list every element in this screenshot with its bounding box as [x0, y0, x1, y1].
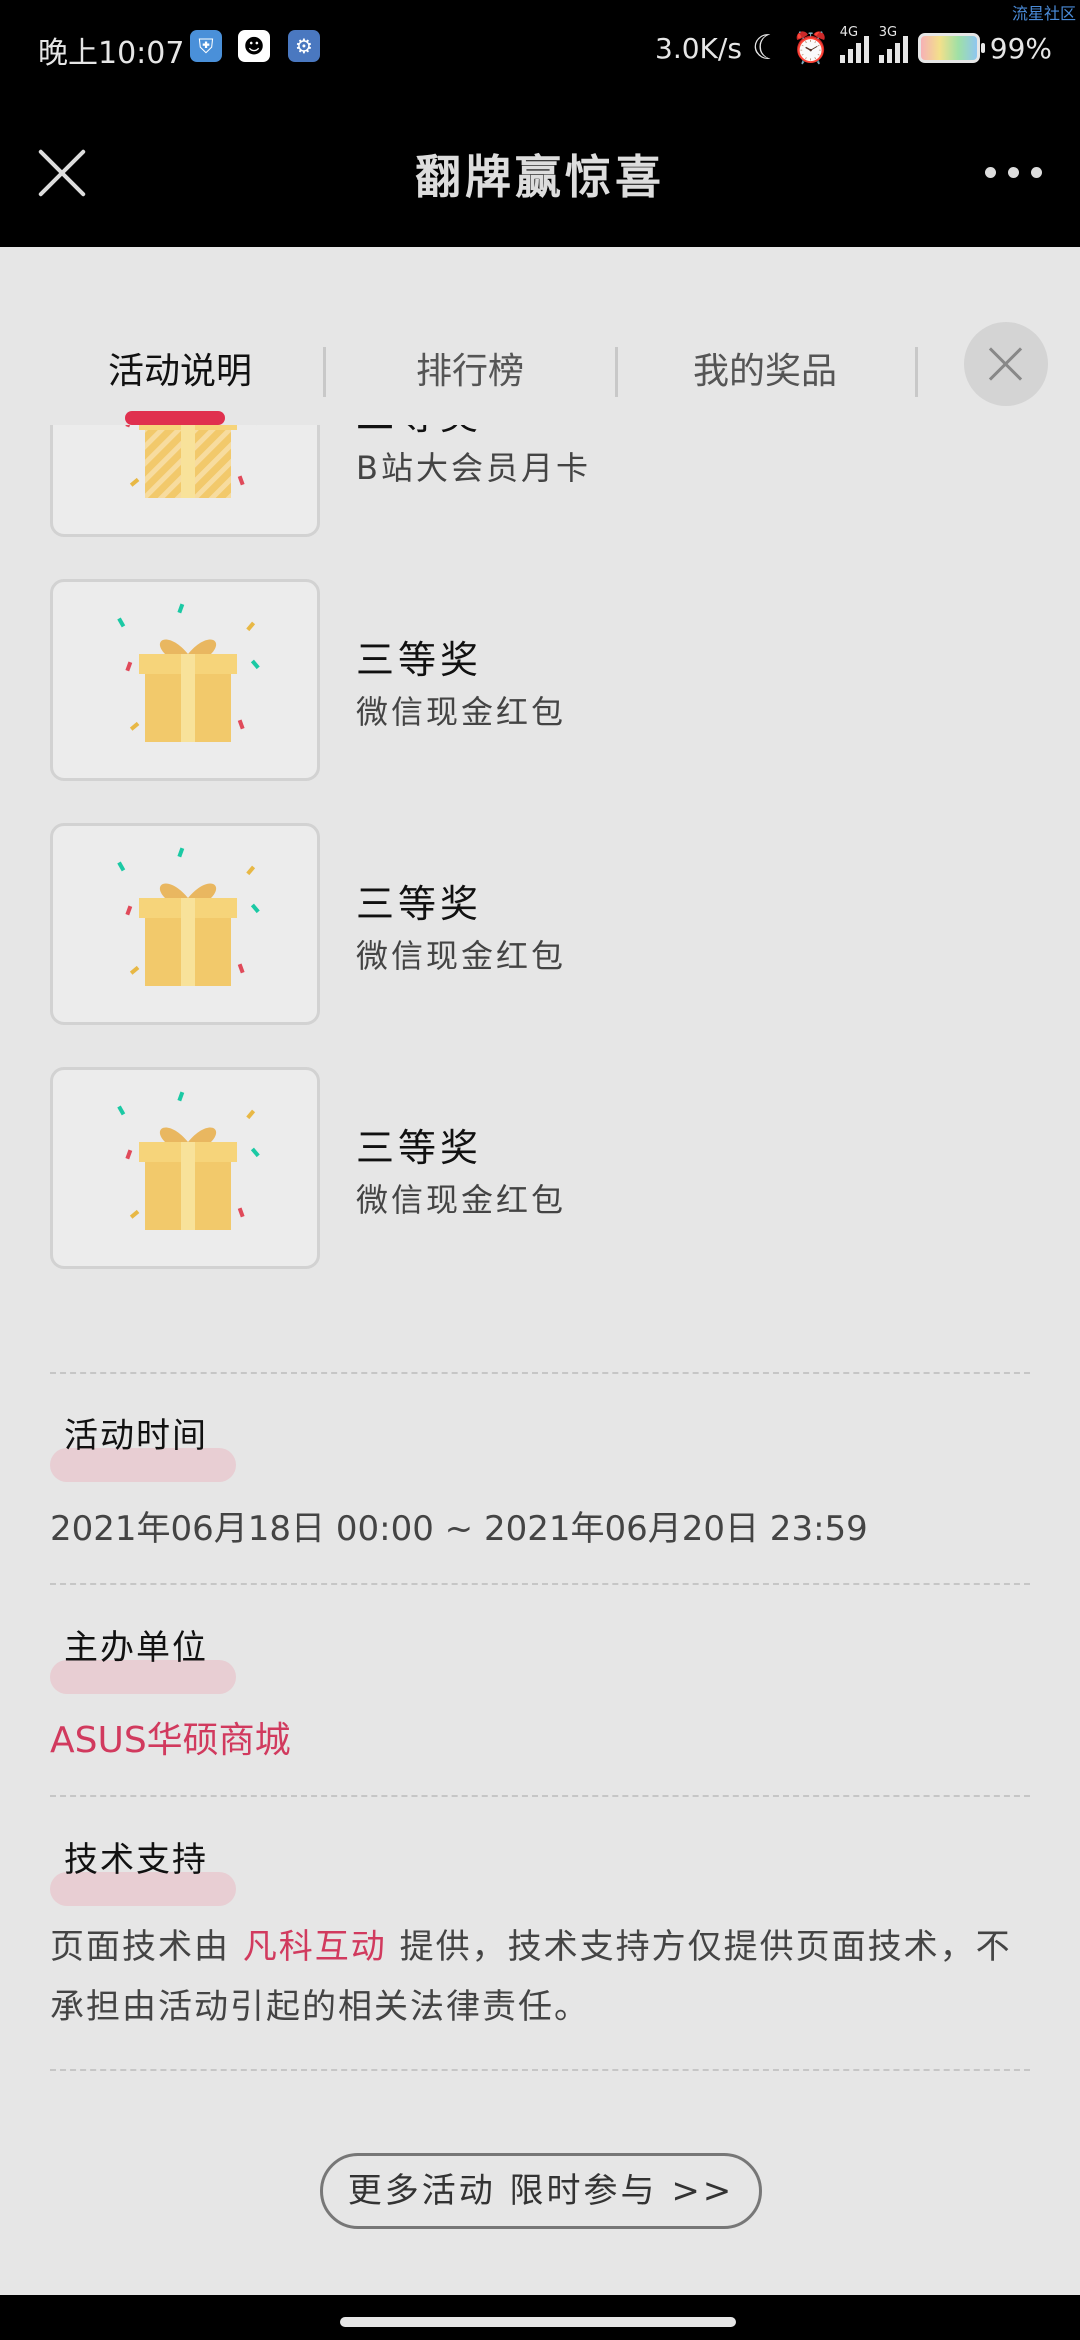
- divider: [50, 1583, 1030, 1585]
- moon-icon: ☾: [751, 28, 783, 68]
- page-title: 翻牌赢惊喜: [415, 150, 665, 204]
- prize-level: 三等奖: [356, 882, 483, 926]
- prize-image: [50, 1067, 320, 1269]
- organizer-name: ASUS华硕商城: [50, 1720, 291, 1761]
- settings-app-icon: ⚙: [288, 30, 320, 62]
- prize-item: 二等奖 B站大会员月卡: [0, 425, 1080, 579]
- gift-box-icon: [117, 603, 260, 742]
- prize-item: 三等奖 微信现金红包: [0, 579, 1080, 823]
- prize-name: B站大会员月卡: [356, 449, 591, 487]
- prize-list[interactable]: 二等奖 B站大会员月卡: [0, 425, 1080, 1547]
- tab-bar: 活动说明 排行榜 我的奖品: [0, 337, 930, 407]
- section-heading-time: 活动时间: [50, 1408, 236, 1488]
- prize-image: [50, 425, 320, 537]
- prize-name: 微信现金红包: [356, 693, 567, 731]
- prize-level: 二等奖: [356, 425, 482, 440]
- status-time: 晚上10:07: [38, 36, 185, 71]
- battery-level: 99%: [989, 31, 1052, 65]
- section-heading-organizer: 主办单位: [50, 1620, 236, 1700]
- home-bar: [0, 2295, 1080, 2340]
- close-panel-button[interactable]: [964, 322, 1048, 406]
- activity-panel: 活动说明 排行榜 我的奖品 B站大会员月卡 三等奖 微信现金红包 三等奖 微信现…: [0, 247, 1080, 2295]
- more-activities-button[interactable]: 更多活动 限时参与 >>: [320, 2153, 762, 2229]
- prize-item: 三等奖 微信现金红包: [0, 823, 1080, 1067]
- divider: [50, 2069, 1030, 2071]
- prize-name: 微信现金红包: [356, 1181, 567, 1219]
- shield-app-icon: ⛨: [190, 30, 222, 62]
- prize-image: [50, 823, 320, 1025]
- tab-separator: [915, 347, 918, 397]
- prize-level: 三等奖: [356, 1126, 483, 1170]
- gift-box-icon: [117, 847, 260, 986]
- watermark: 流星社区: [1011, 4, 1076, 23]
- tab-activity-info[interactable]: 活动说明: [50, 337, 310, 407]
- status-bar: 晚上10:07 ⛨ ☻ ⚙ 3.0K/s ☾ ⏰ 4G 3G 99% 流星社区: [0, 0, 1080, 95]
- nav-bar: 翻牌赢惊喜: [0, 95, 1080, 247]
- support-provider-link[interactable]: 凡科互动: [243, 1927, 387, 1967]
- gift-box-icon: [117, 1091, 260, 1230]
- active-tab-indicator: [125, 411, 225, 425]
- prize-item: 三等奖 微信现金红包: [0, 1067, 1080, 1311]
- penguin-app-icon: ☻: [238, 30, 270, 62]
- signal-3g-icon: 3G: [878, 25, 908, 63]
- activity-time: 2021年06月18日 00:00 ~ 2021年06月20日 23:59: [50, 1509, 868, 1549]
- section-heading-support: 技术支持: [50, 1832, 236, 1912]
- prize-name: 微信现金红包: [356, 937, 567, 975]
- tab-leaderboard[interactable]: 排行榜: [340, 337, 600, 407]
- home-indicator[interactable]: [340, 2317, 736, 2327]
- tab-separator: [615, 347, 618, 397]
- tab-my-prizes[interactable]: 我的奖品: [635, 337, 895, 407]
- tab-separator: [323, 347, 326, 397]
- signal-4g-icon: 4G: [839, 25, 869, 63]
- more-icon[interactable]: [985, 167, 1042, 178]
- divider: [50, 1795, 1030, 1797]
- gift-box-icon: [125, 425, 260, 498]
- alarm-icon: ⏰: [792, 30, 830, 66]
- prize-level: 三等奖: [356, 638, 483, 682]
- battery-icon: [917, 33, 985, 63]
- divider: [50, 1372, 1030, 1374]
- prize-image: [50, 579, 320, 781]
- support-text: 页面技术由 凡科互动 提供，技术支持方仅提供页面技术，不承担由活动引起的相关法律…: [50, 1927, 1012, 2027]
- network-speed: 3.0K/s: [655, 31, 742, 65]
